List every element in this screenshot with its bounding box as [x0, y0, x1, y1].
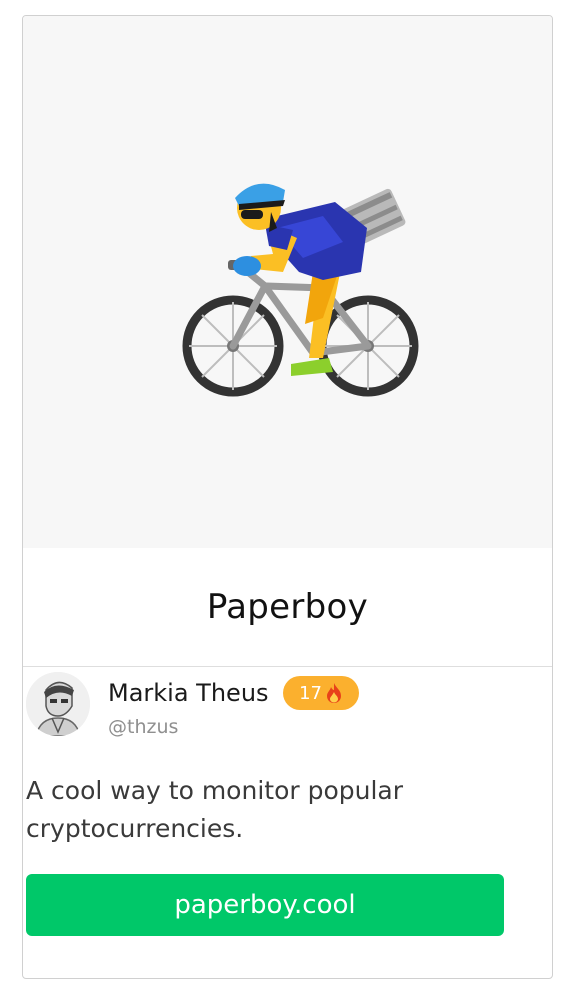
maker-avatar[interactable]	[26, 672, 90, 736]
hero-image-area	[23, 16, 552, 548]
maker-name[interactable]: Markia Theus	[108, 679, 269, 707]
product-description: A cool way to monitor popular cryptocurr…	[26, 776, 404, 843]
maker-streak-badge: 17	[282, 676, 359, 710]
person-biking-emoji-icon	[182, 183, 419, 397]
avatar-portrait-icon	[26, 672, 90, 736]
maker-name-row: Markia Theus 17	[108, 676, 359, 710]
fire-icon	[327, 683, 341, 703]
product-title: Paperboy	[206, 587, 369, 627]
visit-website-button[interactable]: paperboy.cool	[26, 874, 504, 936]
maker-handle[interactable]: @thzus	[108, 716, 178, 738]
product-title-section: Paperboy	[23, 548, 552, 667]
maker-info: Markia Theus 17 @thzus	[26, 672, 506, 752]
badge-count: 17	[299, 682, 322, 704]
